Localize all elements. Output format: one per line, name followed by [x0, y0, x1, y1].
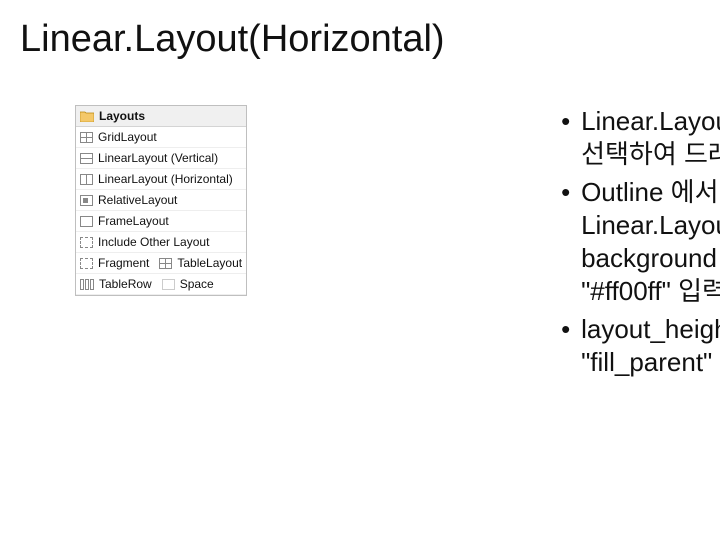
palette-item-linearlayout-vertical[interactable]: LinearLayout (Vertical): [76, 148, 246, 169]
slide-title: Linear.Layout(Horizontal): [20, 18, 445, 61]
palette-item-tablerow[interactable]: TableRow: [80, 277, 152, 291]
space-icon: [162, 279, 175, 290]
palette-item-label: FrameLayout: [98, 214, 169, 228]
palette-item-gridlayout[interactable]: GridLayout: [76, 127, 246, 148]
bullet-item: Outline 에서 Linear.Layout 의 background 속성…: [557, 176, 720, 309]
palette-item-fragment[interactable]: Fragment: [80, 256, 149, 270]
palette-item-space[interactable]: Space: [162, 277, 214, 291]
bullet-list: Linear.Layout(Horizontal) 선택하여 드래그 앤 드롭 …: [557, 105, 720, 383]
content-area: Layouts GridLayout LinearLayout (Vertica…: [0, 105, 720, 383]
grid-layout-icon: [80, 132, 93, 143]
linearlayout-h-icon: [80, 174, 93, 185]
palette-item-label: GridLayout: [98, 130, 157, 144]
palette-header[interactable]: Layouts: [76, 106, 246, 127]
palette-item-include-layout[interactable]: Include Other Layout: [76, 232, 246, 253]
bullet-item: layout_height 속성에 "fill_parent" 입력: [557, 313, 720, 380]
palette-item-label: TableRow: [99, 277, 152, 291]
palette-item-relativelayout[interactable]: RelativeLayout: [76, 190, 246, 211]
palette-item-label: LinearLayout (Horizontal): [98, 172, 233, 186]
palette-item-framelayout[interactable]: FrameLayout: [76, 211, 246, 232]
include-layout-icon: [80, 237, 93, 248]
tablelayout-icon: [159, 258, 172, 269]
palette-item-linearlayout-horizontal[interactable]: LinearLayout (Horizontal): [76, 169, 246, 190]
linearlayout-v-icon: [80, 153, 93, 164]
layouts-palette: Layouts GridLayout LinearLayout (Vertica…: [75, 105, 247, 296]
palette-item-label: TableLayout: [177, 256, 242, 270]
palette-item-label: LinearLayout (Vertical): [98, 151, 218, 165]
relativelayout-icon: [80, 195, 93, 206]
palette-item-label: Include Other Layout: [98, 235, 209, 249]
palette-item-tablelayout[interactable]: TableLayout: [159, 256, 242, 270]
palette-header-label: Layouts: [99, 109, 145, 123]
bullet-item: Linear.Layout(Horizontal) 선택하여 드래그 앤 드롭: [557, 105, 720, 172]
framelayout-icon: [80, 216, 93, 227]
palette-item-label: Space: [180, 277, 214, 291]
palette-item-label: RelativeLayout: [98, 193, 177, 207]
folder-icon: [80, 110, 94, 122]
tablerow-icon: [80, 279, 94, 290]
fragment-icon: [80, 258, 93, 269]
palette-item-label: Fragment: [98, 256, 149, 270]
